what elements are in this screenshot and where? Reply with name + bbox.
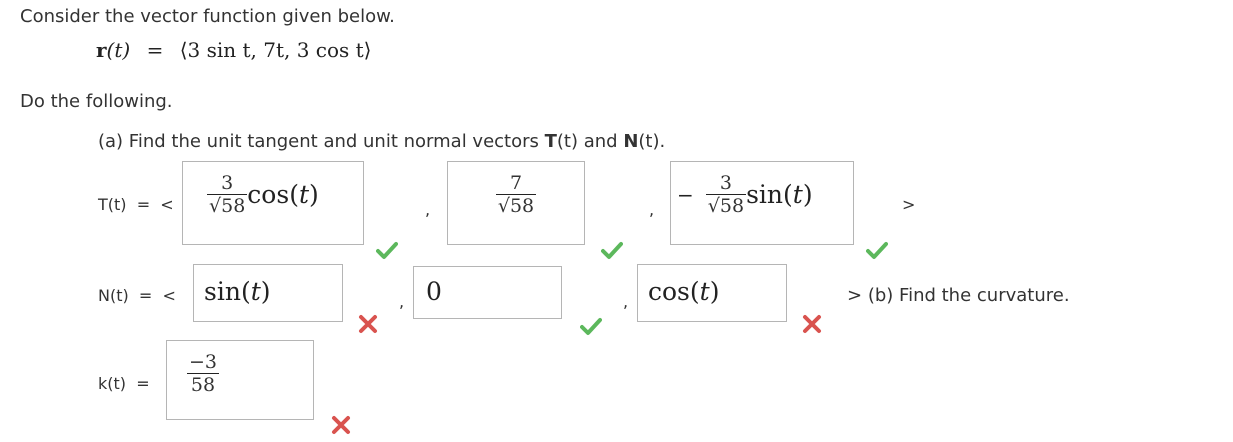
T-entry1-field[interactable]: 3 √58 cos(t) xyxy=(182,161,364,245)
equals-sign: = xyxy=(146,38,164,62)
N-label: N(t) = < xyxy=(98,286,176,305)
T-close: > xyxy=(902,195,916,214)
T-entry3-num: 3 xyxy=(719,172,732,194)
T-entry3-expr: − 3 √58 sin(t) xyxy=(677,172,813,217)
T-entry3-field[interactable]: − 3 √58 sin(t) xyxy=(670,161,854,245)
T-entry1-fraction: 3 √58 xyxy=(207,172,248,217)
N-entry3-field[interactable]: cos(t) xyxy=(637,264,787,322)
T-entry3-correct-icon xyxy=(866,242,888,259)
T-entry3-fraction: 3 √58 xyxy=(705,172,747,217)
k-field[interactable]: −3 58 xyxy=(166,340,314,420)
k-num: −3 xyxy=(189,351,218,373)
T-entry1-fn: cos(t) xyxy=(247,180,319,209)
part-a-N: N xyxy=(623,131,639,152)
part-a-prefix: (a) Find the unit tangent and unit norma… xyxy=(98,131,545,152)
N-close: > xyxy=(847,285,863,306)
T-comma-1: , xyxy=(425,200,431,219)
part-a-suffix: (t). xyxy=(638,131,666,152)
k-label: k(t) = xyxy=(98,374,150,393)
N-entry3-expr: cos(t) xyxy=(648,277,720,306)
T-comma-2: , xyxy=(649,200,655,219)
do-following-text: Do the following. xyxy=(20,91,173,112)
T-entry3-sign: − xyxy=(677,182,694,207)
part-a-T: T xyxy=(544,131,557,152)
N-entry3-incorrect-icon xyxy=(803,315,821,333)
N-comma-2: , xyxy=(623,292,629,311)
T-label: T(t) = < xyxy=(98,195,174,214)
N-entry2-field[interactable]: 0 xyxy=(413,266,562,319)
N-comma-1: , xyxy=(399,292,405,311)
T-entry1-correct-icon xyxy=(376,242,398,259)
k-den: 58 xyxy=(187,373,220,396)
k-expr: −3 58 xyxy=(187,351,220,396)
T-entry3-den: √58 xyxy=(705,194,747,217)
N-entry1-expr: sin(t) xyxy=(204,277,271,306)
N-close-and-part-b: > (b) Find the curvature. xyxy=(847,285,1070,306)
intro-text: Consider the vector function given below… xyxy=(20,6,395,27)
T-entry2-num: 7 xyxy=(509,172,523,194)
T-entry2-correct-icon xyxy=(601,242,623,259)
vector-arg: (t) xyxy=(106,38,131,62)
vector-rhs: ⟨3 sin t, 7t, 3 cos t⟩ xyxy=(179,38,372,62)
N-entry1-field[interactable]: sin(t) xyxy=(193,264,343,322)
N-entry2-correct-icon xyxy=(580,318,602,335)
T-entry1-den: √58 xyxy=(207,194,248,217)
T-entry2-expr: 7 √58 xyxy=(448,172,584,217)
part-a-mid: (t) and xyxy=(556,131,624,152)
T-entry2-fraction: 7 √58 xyxy=(495,172,537,217)
T-entry1-num: 3 xyxy=(221,172,234,194)
k-fraction: −3 58 xyxy=(187,351,220,396)
part-b-prompt: (b) Find the curvature. xyxy=(867,285,1070,306)
T-entry2-field[interactable]: 7 √58 xyxy=(447,161,585,245)
N-entry2-value: 0 xyxy=(426,277,442,306)
T-entry2-den: √58 xyxy=(495,194,537,217)
T-entry1-expr: 3 √58 cos(t) xyxy=(207,172,319,217)
part-a-prompt: (a) Find the unit tangent and unit norma… xyxy=(98,131,665,152)
vector-function: r(t) = ⟨3 sin t, 7t, 3 cos t⟩ xyxy=(96,38,371,62)
k-incorrect-icon xyxy=(332,416,350,434)
vector-r: r xyxy=(96,38,107,62)
N-entry1-incorrect-icon xyxy=(359,315,377,333)
T-entry3-fn: sin(t) xyxy=(746,180,813,209)
